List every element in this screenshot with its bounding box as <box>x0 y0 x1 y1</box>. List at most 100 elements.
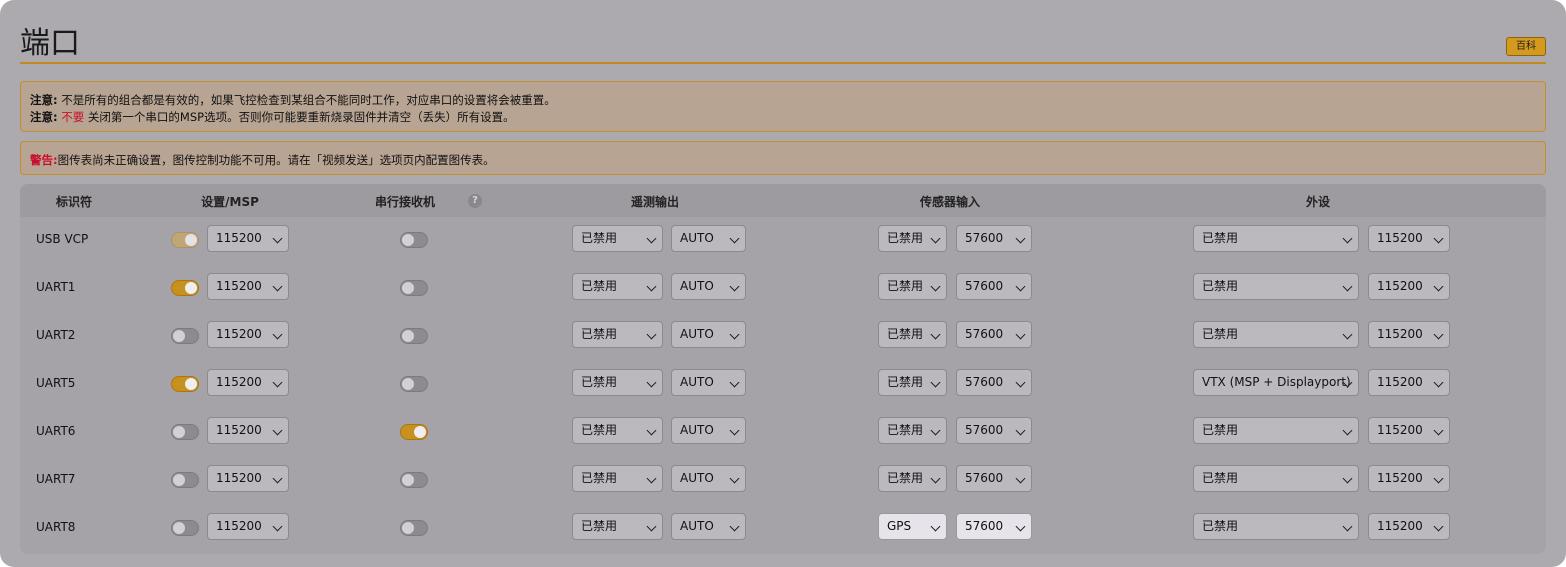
table-row: UART6 115200 已禁用 AUTO 已禁用 57600 已禁用 115200 <box>20 417 1546 465</box>
warning-box: 警告:图传表尚未正确设置，图传控制功能不可用。请在「视频发送」选项页内配置图传表… <box>20 141 1546 175</box>
telemetry-select[interactable]: 已禁用 <box>572 417 663 444</box>
chevron-down-icon <box>729 377 740 388</box>
port-identifier: UART8 <box>36 520 76 534</box>
msp-toggle[interactable] <box>171 424 199 440</box>
msp-toggle[interactable] <box>171 472 199 488</box>
telemetry-select[interactable]: 已禁用 <box>572 225 663 252</box>
sensor-baud-select[interactable]: 57600 <box>956 369 1032 396</box>
notice-emphasis: 不要 <box>61 110 85 124</box>
msp-toggle[interactable] <box>171 232 199 248</box>
msp-baud-select[interactable]: 115200 <box>207 465 289 492</box>
telemetry-baud-select[interactable]: AUTO <box>671 369 746 396</box>
sensor-select[interactable]: 已禁用 <box>878 369 947 396</box>
chevron-down-icon <box>930 329 941 340</box>
telemetry-select[interactable]: 已禁用 <box>572 369 663 396</box>
peripheral-baud-select[interactable]: 115200 <box>1368 369 1450 396</box>
chevron-down-icon <box>1433 425 1444 436</box>
sensor-baud-select-value: 57600 <box>965 471 1004 485</box>
msp-baud-select[interactable]: 115200 <box>207 273 289 300</box>
table-row: UART8 115200 已禁用 AUTO GPS 57600 已禁用 115200 <box>20 513 1546 554</box>
serial-rx-toggle[interactable] <box>400 232 428 248</box>
table-header: 标识符 设置/MSP 串行接收机 ? 遥测输出 传感器输入 外设 <box>20 184 1546 217</box>
sensor-baud-select[interactable]: 57600 <box>956 321 1032 348</box>
toggle-knob <box>402 522 414 534</box>
chevron-down-icon <box>272 521 283 532</box>
toggle-knob <box>414 426 426 438</box>
chevron-down-icon <box>729 281 740 292</box>
msp-toggle[interactable] <box>171 280 199 296</box>
chevron-down-icon <box>1433 233 1444 244</box>
peripheral-select[interactable]: 已禁用 <box>1193 417 1359 444</box>
telemetry-baud-select[interactable]: AUTO <box>671 513 746 540</box>
msp-baud-select[interactable]: 115200 <box>207 417 289 444</box>
toggle-knob <box>173 330 185 342</box>
sensor-select-value: 已禁用 <box>887 231 924 245</box>
msp-baud-select[interactable]: 115200 <box>207 513 289 540</box>
msp-baud-select-value: 115200 <box>216 423 262 437</box>
telemetry-baud-select[interactable]: AUTO <box>671 417 746 444</box>
serial-rx-toggle[interactable] <box>400 472 428 488</box>
peripheral-baud-select[interactable]: 115200 <box>1368 417 1450 444</box>
msp-baud-select[interactable]: 115200 <box>207 225 289 252</box>
telemetry-baud-select-value: AUTO <box>680 327 714 341</box>
peripheral-baud-select[interactable]: 115200 <box>1368 465 1450 492</box>
peripheral-select[interactable]: 已禁用 <box>1193 465 1359 492</box>
toggle-knob <box>402 378 414 390</box>
sensor-baud-select[interactable]: 57600 <box>956 417 1032 444</box>
peripheral-select[interactable]: 已禁用 <box>1193 513 1359 540</box>
notice-line-1: 注意: 不是所有的组合都是有效的，如果飞控检查到某组合不能同时工作，对应串口的设… <box>30 92 1536 109</box>
chevron-down-icon <box>1015 329 1026 340</box>
chevron-down-icon <box>1015 473 1026 484</box>
wiki-button[interactable]: 百科 <box>1506 37 1546 56</box>
sensor-baud-select[interactable]: 57600 <box>956 273 1032 300</box>
sensor-select[interactable]: 已禁用 <box>878 465 947 492</box>
chevron-down-icon <box>646 281 657 292</box>
chevron-down-icon <box>930 521 941 532</box>
sensor-select[interactable]: 已禁用 <box>878 417 947 444</box>
telemetry-baud-select[interactable]: AUTO <box>671 225 746 252</box>
serial-rx-toggle[interactable] <box>400 424 428 440</box>
serial-rx-toggle[interactable] <box>400 328 428 344</box>
sensor-baud-select[interactable]: 57600 <box>956 225 1032 252</box>
sensor-select[interactable]: GPS <box>878 513 947 540</box>
telemetry-select[interactable]: 已禁用 <box>572 465 663 492</box>
msp-toggle[interactable] <box>171 520 199 536</box>
msp-toggle[interactable] <box>171 328 199 344</box>
chevron-down-icon <box>272 233 283 244</box>
serial-rx-toggle[interactable] <box>400 280 428 296</box>
telemetry-baud-select[interactable]: AUTO <box>671 273 746 300</box>
msp-baud-select-value: 115200 <box>216 375 262 389</box>
telemetry-baud-select[interactable]: AUTO <box>671 321 746 348</box>
help-icon[interactable]: ? <box>468 194 482 208</box>
peripheral-select[interactable]: 已禁用 <box>1193 225 1359 252</box>
peripheral-baud-select[interactable]: 115200 <box>1368 225 1450 252</box>
toggle-knob <box>402 282 414 294</box>
msp-baud-select[interactable]: 115200 <box>207 321 289 348</box>
sensor-select[interactable]: 已禁用 <box>878 273 947 300</box>
telemetry-select[interactable]: 已禁用 <box>572 273 663 300</box>
peripheral-select-value: 已禁用 <box>1202 327 1239 341</box>
chevron-down-icon <box>1015 233 1026 244</box>
peripheral-baud-select[interactable]: 115200 <box>1368 273 1450 300</box>
sensor-baud-select[interactable]: 57600 <box>956 465 1032 492</box>
sensor-select[interactable]: 已禁用 <box>878 225 947 252</box>
serial-rx-toggle[interactable] <box>400 520 428 536</box>
header-serial-rx: 串行接收机 <box>374 195 436 209</box>
telemetry-select[interactable]: 已禁用 <box>572 321 663 348</box>
chevron-down-icon <box>272 329 283 340</box>
telemetry-baud-select-value: AUTO <box>680 231 714 245</box>
peripheral-baud-select[interactable]: 115200 <box>1368 321 1450 348</box>
telemetry-select[interactable]: 已禁用 <box>572 513 663 540</box>
serial-rx-toggle[interactable] <box>400 376 428 392</box>
msp-baud-select[interactable]: 115200 <box>207 369 289 396</box>
peripheral-select[interactable]: VTX (MSP + Displayport) <box>1193 369 1359 396</box>
chevron-down-icon <box>930 377 941 388</box>
telemetry-baud-select[interactable]: AUTO <box>671 465 746 492</box>
sensor-baud-select[interactable]: 57600 <box>956 513 1032 540</box>
peripheral-select[interactable]: 已禁用 <box>1193 273 1359 300</box>
title-divider <box>20 62 1546 64</box>
peripheral-select[interactable]: 已禁用 <box>1193 321 1359 348</box>
peripheral-baud-select[interactable]: 115200 <box>1368 513 1450 540</box>
sensor-select[interactable]: 已禁用 <box>878 321 947 348</box>
msp-toggle[interactable] <box>171 376 199 392</box>
